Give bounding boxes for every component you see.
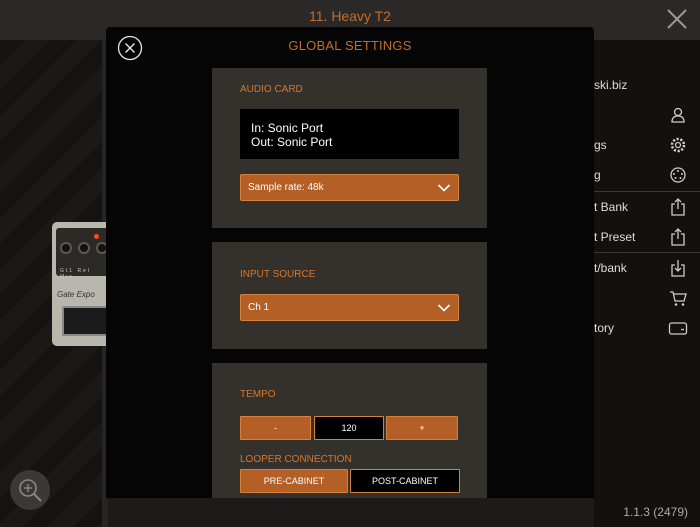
pre-cabinet-button[interactable]: PRE-CABINET bbox=[240, 469, 348, 493]
side-menu: ski.biz gs g t Bank t Preset t/bank tory bbox=[594, 40, 700, 527]
gear-icon bbox=[670, 137, 686, 153]
section-label: LOOPER CONNECTION bbox=[240, 454, 352, 465]
zoom-icon bbox=[19, 479, 42, 502]
tempo-increase-button[interactable]: + bbox=[386, 416, 458, 440]
input-source-section: INPUT SOURCE Ch 1 bbox=[212, 242, 487, 349]
chevron-down-icon bbox=[437, 184, 451, 192]
menu-item-label: t Bank bbox=[594, 200, 629, 214]
gate-pedal[interactable]: Gt1 Rel Mix Gate Expo bbox=[52, 222, 108, 346]
global-settings-dialog: GLOBAL SETTINGS AUDIO CARD In: Sonic Por… bbox=[106, 27, 594, 498]
user-icon bbox=[671, 107, 685, 123]
pedal-control-panel: Gt1 Rel Mix bbox=[56, 228, 108, 280]
pedal-led bbox=[94, 234, 99, 239]
zoom-button[interactable] bbox=[10, 470, 50, 510]
section-label: AUDIO CARD bbox=[240, 84, 303, 95]
section-label: INPUT SOURCE bbox=[240, 269, 316, 280]
pedal-footswitch[interactable] bbox=[62, 306, 108, 336]
card-icon bbox=[668, 322, 688, 335]
menu-item-label: t Preset bbox=[594, 230, 636, 244]
menu-item-label: gs bbox=[594, 138, 607, 152]
close-icon[interactable] bbox=[666, 8, 688, 30]
knob[interactable] bbox=[78, 242, 90, 254]
download-icon bbox=[671, 260, 685, 277]
cart-icon bbox=[670, 291, 687, 306]
menu-item-store[interactable] bbox=[594, 283, 700, 313]
tempo-decrease-button[interactable]: - bbox=[240, 416, 311, 440]
chevron-down-icon bbox=[437, 304, 451, 312]
audio-card-info: In: Sonic Port Out: Sonic Port bbox=[240, 109, 459, 159]
midi-icon bbox=[670, 167, 686, 183]
tempo-section: TEMPO - 120 + LOOPER CONNECTION PRE-CABI… bbox=[212, 363, 487, 498]
menu-item-user[interactable] bbox=[594, 100, 700, 130]
app-version: 1.1.3 (2479) bbox=[623, 505, 688, 519]
menu-item-history[interactable]: tory bbox=[594, 313, 700, 343]
menu-item-export-bank[interactable]: t Bank bbox=[594, 192, 700, 222]
dropdown-value: Ch 1 bbox=[248, 302, 270, 313]
sample-rate-dropdown[interactable]: Sample rate: 48k bbox=[240, 174, 459, 201]
menu-item-label: tory bbox=[594, 321, 615, 335]
audio-output-text: Out: Sonic Port bbox=[251, 135, 333, 149]
post-cabinet-button[interactable]: POST-CABINET bbox=[350, 469, 460, 493]
audio-input-text: In: Sonic Port bbox=[251, 121, 324, 135]
dialog-title: GLOBAL SETTINGS bbox=[288, 38, 412, 53]
audio-card-section: AUDIO CARD In: Sonic Port Out: Sonic Por… bbox=[212, 68, 487, 228]
menu-item-midi[interactable]: g bbox=[594, 160, 700, 190]
pedal-name: Gate Expo bbox=[57, 290, 95, 299]
menu-item-label: ski.biz bbox=[594, 78, 628, 92]
knob[interactable] bbox=[60, 242, 72, 254]
menu-item-account[interactable]: ski.biz bbox=[594, 70, 700, 100]
menu-item-label: g bbox=[594, 168, 601, 182]
knob-labels: Gt1 Rel Mix bbox=[60, 268, 91, 280]
section-label: TEMPO bbox=[240, 389, 276, 400]
menu-item-label: t/bank bbox=[594, 261, 627, 275]
menu-item-export-preset[interactable]: t Preset bbox=[594, 222, 700, 252]
menu-item-settings[interactable]: gs bbox=[594, 130, 700, 160]
dropdown-value: Sample rate: 48k bbox=[248, 182, 324, 193]
share-icon bbox=[671, 228, 685, 246]
menu-item-import[interactable]: t/bank bbox=[594, 253, 700, 283]
tempo-value-field[interactable]: 120 bbox=[314, 416, 384, 440]
share-icon bbox=[671, 198, 685, 216]
input-source-dropdown[interactable]: Ch 1 bbox=[240, 294, 459, 321]
